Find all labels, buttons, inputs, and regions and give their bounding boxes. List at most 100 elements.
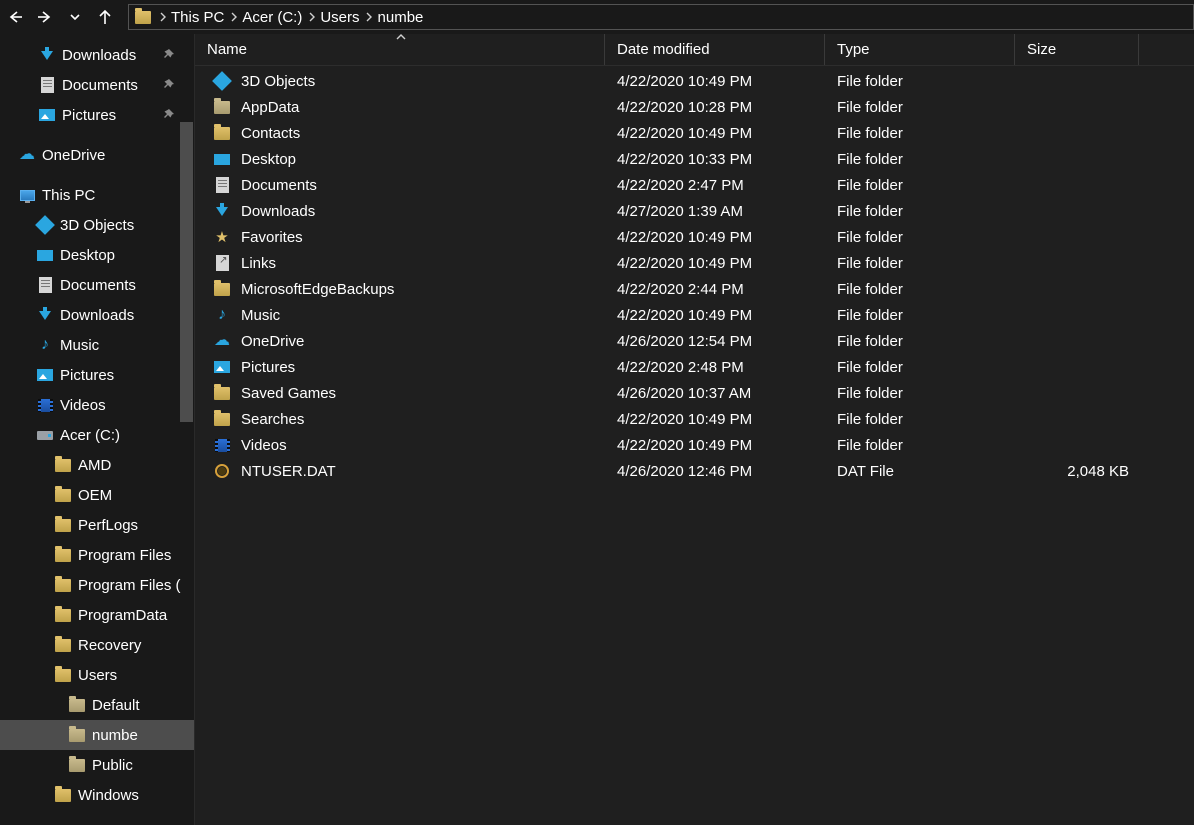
file-type: File folder [825, 333, 1015, 350]
file-row[interactable]: ♪Music4/22/2020 10:49 PMFile folder [195, 302, 1194, 328]
music-icon: ♪ [213, 306, 231, 324]
file-row[interactable]: Searches4/22/2020 10:49 PMFile folder [195, 406, 1194, 432]
file-row[interactable]: Desktop4/22/2020 10:33 PMFile folder [195, 146, 1194, 172]
nav-item-music[interactable]: ♪ Music [0, 330, 194, 360]
nav-item-downloads[interactable]: Downloads [0, 300, 194, 330]
pictures-icon [38, 106, 56, 124]
breadcrumb-item[interactable]: Acer (C:) [240, 5, 304, 29]
folder-icon [54, 666, 72, 684]
file-row[interactable]: MicrosoftEdgeBackups4/22/2020 2:44 PMFil… [195, 276, 1194, 302]
nav-item-3d-objects[interactable]: 3D Objects [0, 210, 194, 240]
nav-item-label: 3D Objects [60, 217, 134, 234]
column-header-date[interactable]: Date modified [605, 34, 825, 65]
nav-item-drive-c[interactable]: Acer (C:) [0, 420, 194, 450]
file-type: File folder [825, 99, 1015, 116]
nav-item-label: Recovery [78, 637, 141, 654]
file-row[interactable]: AppData4/22/2020 10:28 PMFile folder [195, 94, 1194, 120]
nav-item-folder[interactable]: Public [0, 750, 194, 780]
file-row[interactable]: Downloads4/27/2020 1:39 AMFile folder [195, 198, 1194, 224]
download-icon [38, 46, 56, 64]
nav-item-downloads[interactable]: Downloads [0, 40, 194, 70]
file-row[interactable]: Videos4/22/2020 10:49 PMFile folder [195, 432, 1194, 458]
folder-dim-icon [213, 98, 231, 116]
nav-item-folder[interactable]: ProgramData [0, 600, 194, 630]
nav-item-folder[interactable]: PerfLogs [0, 510, 194, 540]
nav-item-label: Public [92, 757, 133, 774]
nav-item-folder[interactable]: Program Files ( [0, 570, 194, 600]
nav-item-pictures[interactable]: Pictures [0, 100, 194, 130]
file-row[interactable]: Links4/22/2020 10:49 PMFile folder [195, 250, 1194, 276]
file-name: 3D Objects [241, 73, 315, 90]
file-row[interactable]: 3D Objects4/22/2020 10:49 PMFile folder [195, 68, 1194, 94]
recent-locations-button[interactable] [60, 0, 90, 34]
nav-item-numbe[interactable]: numbe [0, 720, 194, 750]
file-date: 4/22/2020 10:49 PM [605, 307, 825, 324]
nav-item-label: PerfLogs [78, 517, 138, 534]
nav-item-label: Program Files [78, 547, 171, 564]
column-header-label: Name [207, 41, 247, 58]
nav-item-label: Windows [78, 787, 139, 804]
column-header-label: Date modified [617, 41, 710, 58]
nav-item-folder[interactable]: Default [0, 690, 194, 720]
nav-item-windows[interactable]: Windows [0, 780, 194, 810]
nav-item-label: ProgramData [78, 607, 167, 624]
folder-icon [68, 696, 86, 714]
column-header-type[interactable]: Type [825, 34, 1015, 65]
links-icon [213, 254, 231, 272]
chevron-right-icon[interactable] [362, 11, 376, 23]
file-row[interactable]: ☁OneDrive4/26/2020 12:54 PMFile folder [195, 328, 1194, 354]
nav-item-desktop[interactable]: Desktop [0, 240, 194, 270]
nav-item-folder[interactable]: Recovery [0, 630, 194, 660]
breadcrumb-item[interactable]: numbe [376, 5, 426, 29]
sort-ascending-icon [396, 34, 406, 40]
file-name: Videos [241, 437, 287, 454]
document-icon [213, 176, 231, 194]
back-button[interactable] [0, 0, 30, 34]
column-header-size[interactable]: Size [1015, 34, 1139, 65]
file-row[interactable]: NTUSER.DAT4/26/2020 12:46 PMDAT File2,04… [195, 458, 1194, 484]
forward-button[interactable] [30, 0, 60, 34]
nav-item-label: Acer (C:) [60, 427, 120, 444]
breadcrumb[interactable]: This PC Acer (C:) Users numbe [128, 4, 1194, 30]
file-name: Favorites [241, 229, 303, 246]
desktop-icon [213, 150, 231, 168]
file-date: 4/22/2020 2:44 PM [605, 281, 825, 298]
nav-item-documents[interactable]: Documents [0, 270, 194, 300]
breadcrumb-item[interactable]: This PC [169, 5, 226, 29]
music-icon: ♪ [36, 336, 54, 354]
file-type: File folder [825, 359, 1015, 376]
chevron-right-icon[interactable] [226, 11, 240, 23]
folder-icon [54, 576, 72, 594]
nav-item-videos[interactable]: Videos [0, 390, 194, 420]
file-row[interactable]: Saved Games4/26/2020 10:37 AMFile folder [195, 380, 1194, 406]
file-date: 4/22/2020 2:47 PM [605, 177, 825, 194]
file-row[interactable]: Pictures4/22/2020 2:48 PMFile folder [195, 354, 1194, 380]
nav-item-folder[interactable]: OEM [0, 480, 194, 510]
pin-icon [163, 107, 174, 124]
up-button[interactable] [90, 0, 120, 34]
column-header-row: Name Date modified Type Size [195, 34, 1194, 66]
breadcrumb-item[interactable]: Users [318, 5, 361, 29]
nav-item-pictures[interactable]: Pictures [0, 360, 194, 390]
file-name: Desktop [241, 151, 296, 168]
nav-item-thispc[interactable]: This PC [0, 180, 194, 210]
file-row[interactable]: ★Favorites4/22/2020 10:49 PMFile folder [195, 224, 1194, 250]
chevron-right-icon[interactable] [304, 11, 318, 23]
document-icon [36, 276, 54, 294]
scrollbar-thumb[interactable] [180, 122, 193, 422]
folder-icon [54, 786, 72, 804]
nav-item-users[interactable]: Users [0, 660, 194, 690]
nav-item-documents[interactable]: Documents [0, 70, 194, 100]
nav-item-folder[interactable]: AMD [0, 450, 194, 480]
nav-item-folder[interactable]: Program Files [0, 540, 194, 570]
file-date: 4/22/2020 10:49 PM [605, 229, 825, 246]
file-row[interactable]: Documents4/22/2020 2:47 PMFile folder [195, 172, 1194, 198]
nav-item-onedrive[interactable]: ☁ OneDrive [0, 140, 194, 170]
file-row[interactable]: Contacts4/22/2020 10:49 PMFile folder [195, 120, 1194, 146]
navigation-pane[interactable]: Downloads Documents Pictures ☁ OneDrive [0, 34, 195, 825]
file-name: AppData [241, 99, 299, 116]
file-type: File folder [825, 73, 1015, 90]
file-list[interactable]: 3D Objects4/22/2020 10:49 PMFile folderA… [195, 66, 1194, 825]
chevron-right-icon[interactable] [155, 11, 169, 23]
file-name: Saved Games [241, 385, 336, 402]
